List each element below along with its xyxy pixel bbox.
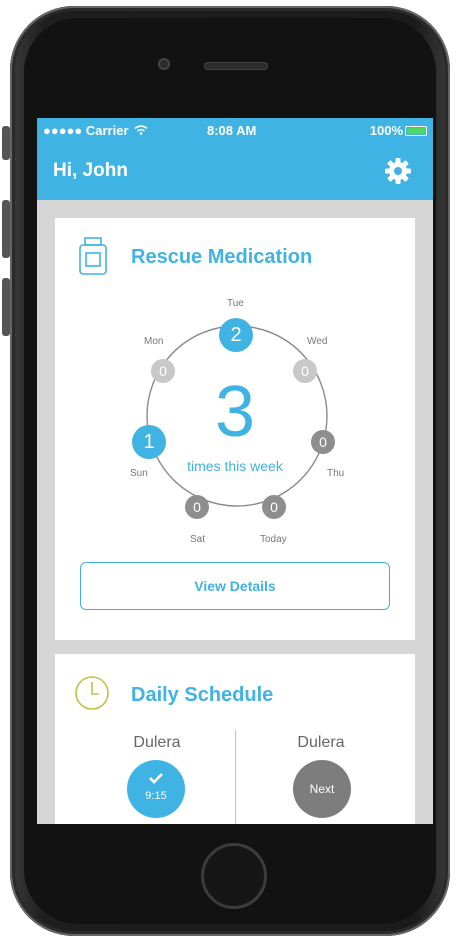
gear-icon[interactable] — [383, 156, 413, 186]
schedule-card-title: Daily Schedule — [131, 684, 274, 706]
volume-down-button — [2, 278, 10, 336]
day-label-today: Today — [260, 534, 287, 545]
day-label-wed: Wed — [307, 336, 328, 347]
schedule-item-name: Dulera — [297, 734, 345, 751]
daily-schedule-card: Daily Schedule Dulera 9:15 Dulera Next — [55, 654, 415, 824]
schedule-taken-badge[interactable]: 9:15 — [127, 760, 185, 818]
day-count-sat[interactable]: 0 — [185, 495, 209, 519]
home-button[interactable] — [201, 843, 267, 909]
weekly-total-caption: times this week — [187, 458, 283, 474]
clock-icon — [75, 676, 109, 710]
schedule-item-name: Dulera — [133, 734, 181, 751]
day-label-tue: Tue — [227, 298, 244, 309]
view-details-button[interactable]: View Details — [80, 562, 390, 610]
status-bar: ●●●●● Carrier 8:08 AM 100% — [37, 118, 433, 144]
checkmark-icon — [149, 773, 163, 784]
carrier-label: ●●●●● Carrier — [43, 123, 148, 138]
volume-up-button — [2, 200, 10, 258]
schedule-divider — [235, 730, 236, 824]
mute-switch — [2, 126, 10, 160]
earpiece-speaker — [204, 62, 268, 70]
battery-icon — [405, 126, 427, 136]
status-time: 8:08 AM — [207, 123, 257, 138]
day-label-mon: Mon — [144, 336, 164, 347]
wifi-icon — [134, 125, 148, 135]
front-camera — [158, 58, 170, 70]
day-count-today[interactable]: 0 — [262, 495, 286, 519]
weekly-total: 3 — [214, 372, 256, 452]
greeting-title: Hi, John — [53, 160, 128, 181]
nav-bar: Hi, John — [37, 144, 433, 200]
schedule-next-badge[interactable]: Next — [293, 760, 351, 818]
schedule-taken-time: 9:15 — [145, 790, 167, 802]
battery-percent: 100% — [369, 123, 403, 138]
day-label-sat: Sat — [190, 534, 206, 545]
app-screen: ●●●●● Carrier 8:08 AM 100% Hi, John Resc… — [37, 118, 433, 824]
rescue-medication-card: Rescue Medication Tue 2 Wed 0 Thu 0 Toda… — [55, 218, 415, 640]
day-count-tue[interactable]: 2 — [219, 318, 253, 352]
